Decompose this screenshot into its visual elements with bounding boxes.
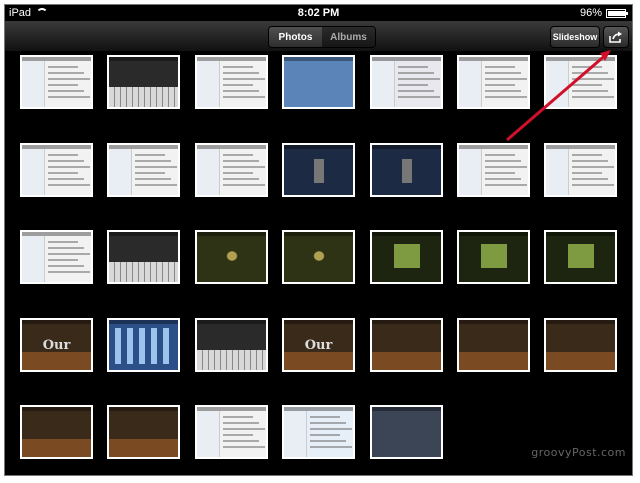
ipad-screen: iPad 8:02 PM 96% Photos Albums Slideshow…: [4, 4, 633, 476]
watermark: groovyPost.com: [531, 446, 626, 459]
annotation-arrow: [506, 50, 611, 142]
